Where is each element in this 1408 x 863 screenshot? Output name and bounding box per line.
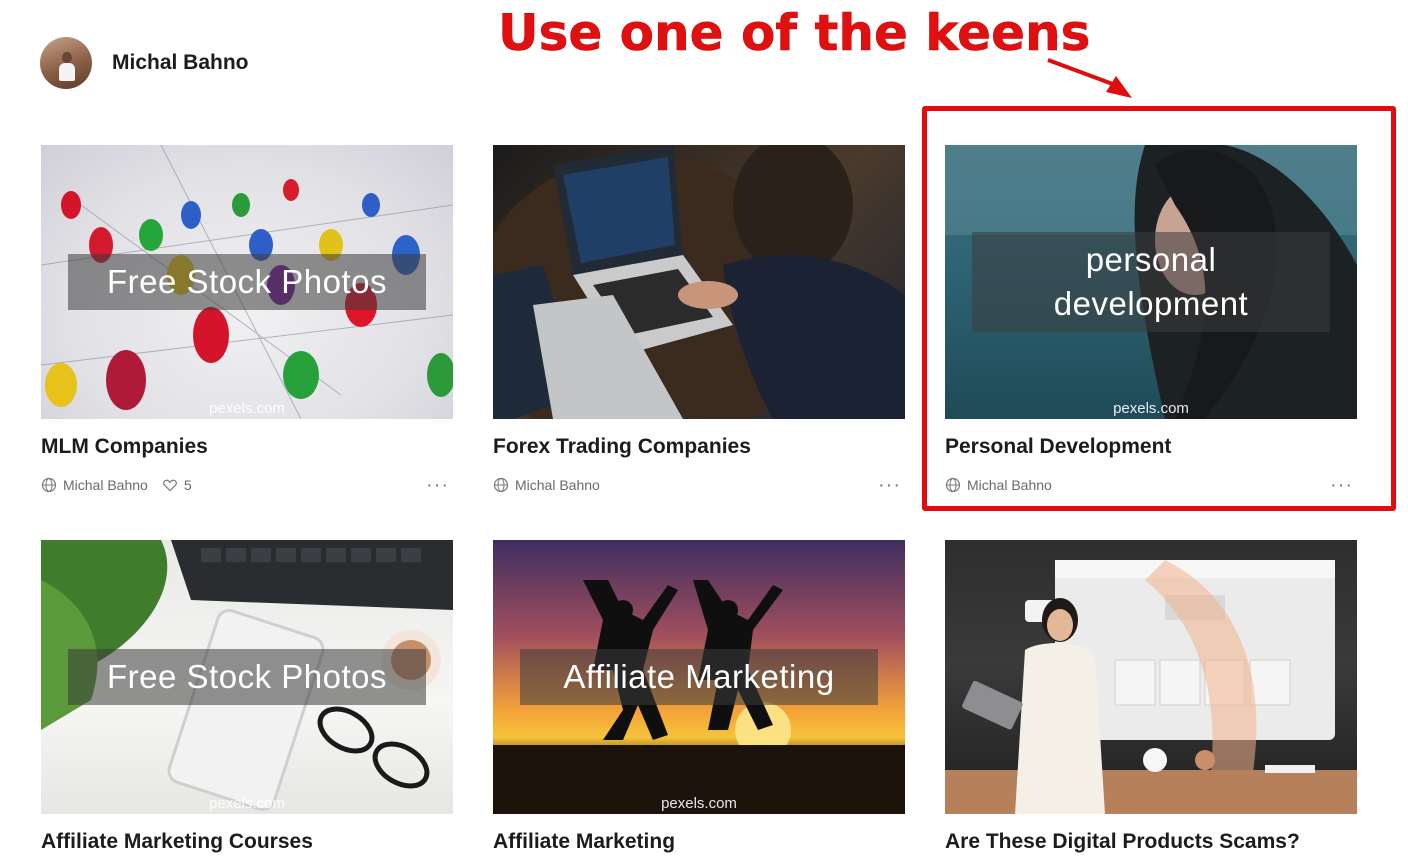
profile-header: Michal Bahno — [40, 37, 249, 92]
more-icon[interactable]: ··· — [426, 475, 449, 495]
thumbnail-banner: Free Stock Photos — [68, 254, 426, 310]
watermark: pexels.com — [1113, 400, 1189, 417]
watermark: pexels.com — [661, 795, 737, 812]
card-meta: Michal Bahno — [945, 475, 1357, 495]
more-icon[interactable]: ··· — [878, 475, 901, 495]
watermark: pexels.com — [209, 400, 285, 417]
card-title[interactable]: Affiliate Marketing Courses — [41, 830, 453, 854]
heart-icon — [162, 479, 177, 492]
card-meta: Michal Bahno — [493, 475, 905, 495]
annotation-arrow-icon — [1047, 58, 1132, 98]
thumbnail-banner: personal development — [972, 232, 1330, 332]
avatar[interactable] — [40, 37, 92, 89]
globe-icon — [493, 477, 509, 493]
card-affiliate-marketing[interactable]: Affiliate Marketing pexels.com Affiliate… — [493, 540, 905, 854]
banner-line-1: personal — [1085, 241, 1217, 278]
card-title[interactable]: Affiliate Marketing — [493, 830, 905, 854]
card-forex-trading-companies[interactable]: Forex Trading Companies Michal Bahno ··· — [493, 145, 905, 495]
card-author[interactable]: Michal Bahno — [515, 477, 600, 493]
card-affiliate-marketing-courses[interactable]: Free Stock Photos pexels.com Affiliate M… — [41, 540, 453, 854]
globe-icon — [945, 477, 961, 493]
ecommerce-woman-image — [945, 560, 1357, 814]
user-name[interactable]: Michal Bahno — [112, 51, 249, 75]
watermark: pexels.com — [209, 795, 285, 812]
card-thumbnail[interactable] — [493, 145, 905, 419]
card-thumbnail[interactable]: personal development pexels.com — [945, 145, 1357, 419]
thumbnail-banner: Affiliate Marketing — [520, 649, 878, 705]
card-title[interactable]: Personal Development — [945, 435, 1357, 459]
card-thumbnail[interactable]: Free Stock Photos pexels.com — [41, 540, 453, 814]
banner-line-2: development — [1053, 285, 1249, 322]
more-icon[interactable]: ··· — [1330, 475, 1353, 495]
laptop-trading-image — [493, 145, 905, 419]
globe-icon — [41, 477, 57, 493]
card-thumbnail[interactable]: Affiliate Marketing pexels.com — [493, 540, 905, 814]
annotation-text: Use one of the keens — [498, 4, 1091, 62]
card-digital-products-scams[interactable]: Are These Digital Products Scams? — [945, 540, 1357, 854]
card-title[interactable]: Forex Trading Companies — [493, 435, 905, 459]
card-title[interactable]: Are These Digital Products Scams? — [945, 830, 1357, 854]
card-mlm-companies[interactable]: Free Stock Photos pexels.com MLM Compani… — [41, 145, 453, 495]
card-author[interactable]: Michal Bahno — [63, 477, 148, 493]
thumbnail-banner: Free Stock Photos — [68, 649, 426, 705]
card-author[interactable]: Michal Bahno — [967, 477, 1052, 493]
card-meta: Michal Bahno 5 — [41, 475, 453, 495]
likes-count-group[interactable]: 5 — [162, 477, 192, 493]
card-personal-development[interactable]: personal development pexels.com Personal… — [945, 145, 1357, 495]
card-thumbnail[interactable] — [945, 540, 1357, 814]
likes-count: 5 — [183, 477, 192, 493]
card-thumbnail[interactable]: Free Stock Photos pexels.com — [41, 145, 453, 419]
card-title[interactable]: MLM Companies — [41, 435, 453, 459]
